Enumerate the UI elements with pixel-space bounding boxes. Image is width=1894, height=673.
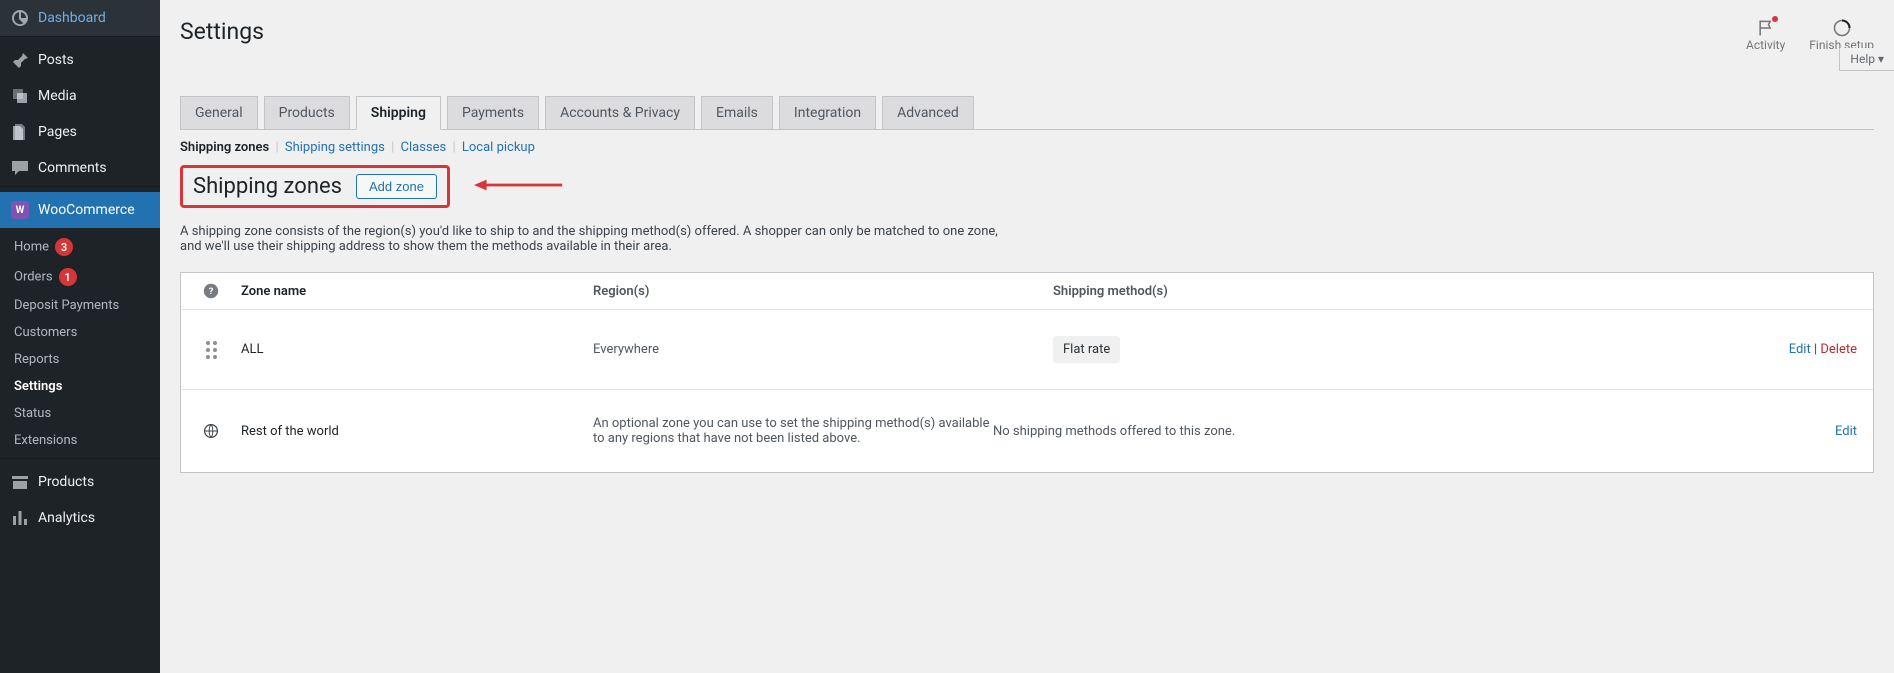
shipping-sublinks: Shipping zones | Shipping settings | Cla… bbox=[180, 130, 1874, 165]
woo-sub-customers[interactable]: Customers bbox=[0, 319, 160, 346]
woo-sub-reports[interactable]: Reports bbox=[0, 346, 160, 373]
flag-icon bbox=[1756, 18, 1776, 38]
delete-link[interactable]: Delete bbox=[1820, 342, 1857, 357]
col-zone-name: Zone name bbox=[241, 284, 593, 299]
finish-setup-button[interactable]: Finish setup bbox=[1809, 18, 1874, 52]
sidebar-label: Media bbox=[38, 88, 77, 104]
col-method: Shipping method(s) bbox=[1053, 284, 1737, 299]
globe-icon bbox=[181, 423, 241, 439]
sublink-classes[interactable]: Classes bbox=[401, 140, 447, 155]
sidebar-label: Analytics bbox=[38, 510, 95, 526]
zone-method: Flat rate bbox=[1053, 336, 1737, 363]
woo-submenu: Home3 Orders1 Deposit Payments Customers… bbox=[0, 228, 160, 458]
admin-sidebar: Dashboard Posts Media Pages Comments W W… bbox=[0, 0, 160, 673]
tab-integration[interactable]: Integration bbox=[779, 96, 876, 130]
badge: 1 bbox=[59, 268, 77, 286]
settings-tabs: General Products Shipping Payments Accou… bbox=[180, 96, 1874, 130]
badge: 3 bbox=[55, 238, 73, 256]
annotation-highlight: Shipping zones Add zone bbox=[180, 165, 450, 208]
sidebar-label: WooCommerce bbox=[38, 202, 135, 218]
woo-sub-deposit[interactable]: Deposit Payments bbox=[0, 292, 160, 319]
sidebar-label: Pages bbox=[38, 124, 77, 140]
sidebar-item-analytics[interactable]: Analytics bbox=[0, 500, 160, 536]
svg-text:?: ? bbox=[209, 286, 214, 297]
section-heading: Shipping zones bbox=[193, 174, 342, 199]
tab-accounts-privacy[interactable]: Accounts & Privacy bbox=[545, 96, 695, 130]
sidebar-item-dashboard[interactable]: Dashboard bbox=[0, 0, 160, 36]
col-region: Region(s) bbox=[593, 284, 1053, 299]
sublink-local-pickup[interactable]: Local pickup bbox=[462, 140, 535, 155]
sublink-zones[interactable]: Shipping zones bbox=[180, 140, 269, 155]
media-icon bbox=[10, 86, 30, 106]
tab-products[interactable]: Products bbox=[264, 96, 350, 130]
sidebar-label: Posts bbox=[38, 52, 74, 68]
dashboard-icon bbox=[10, 8, 30, 28]
woo-icon: W bbox=[10, 200, 30, 220]
tab-payments[interactable]: Payments bbox=[447, 96, 539, 130]
tab-advanced[interactable]: Advanced bbox=[882, 96, 974, 130]
sidebar-label: Comments bbox=[38, 160, 107, 176]
notification-dot bbox=[1772, 16, 1778, 22]
main-content: Settings Activity Finish setup Help bbox=[160, 0, 1894, 673]
products-icon bbox=[10, 472, 30, 492]
tab-shipping[interactable]: Shipping bbox=[356, 96, 441, 130]
progress-icon bbox=[1832, 18, 1852, 38]
tab-emails[interactable]: Emails bbox=[701, 96, 773, 130]
sidebar-item-products[interactable]: Products bbox=[0, 464, 160, 500]
sidebar-item-pages[interactable]: Pages bbox=[0, 114, 160, 150]
woo-sub-settings[interactable]: Settings bbox=[0, 373, 160, 400]
zone-name: ALL bbox=[241, 342, 593, 357]
help-icon[interactable]: ? bbox=[181, 283, 241, 299]
comments-icon bbox=[10, 158, 30, 178]
table-row: Rest of the world An optional zone you c… bbox=[181, 389, 1873, 472]
sidebar-label: Products bbox=[38, 474, 94, 490]
zone-method: No shipping methods offered to this zone… bbox=[993, 424, 1737, 439]
annotation-arrow bbox=[474, 171, 564, 203]
sidebar-item-comments[interactable]: Comments bbox=[0, 150, 160, 186]
sidebar-item-woocommerce[interactable]: W WooCommerce bbox=[0, 192, 160, 228]
woo-sub-orders[interactable]: Orders1 bbox=[0, 262, 160, 292]
add-zone-button[interactable]: Add zone bbox=[356, 174, 437, 199]
zone-region: An optional zone you can use to set the … bbox=[593, 416, 993, 446]
edit-link[interactable]: Edit bbox=[1835, 424, 1857, 439]
method-chip: Flat rate bbox=[1053, 336, 1120, 363]
sidebar-label: Dashboard bbox=[38, 10, 106, 26]
topbar: Settings Activity Finish setup bbox=[180, 0, 1874, 62]
sidebar-item-media[interactable]: Media bbox=[0, 78, 160, 114]
sidebar-item-posts[interactable]: Posts bbox=[0, 42, 160, 78]
pages-icon bbox=[10, 122, 30, 142]
edit-link[interactable]: Edit bbox=[1789, 342, 1811, 357]
activity-button[interactable]: Activity bbox=[1746, 18, 1785, 52]
page-title: Settings bbox=[180, 18, 264, 45]
zone-region: Everywhere bbox=[593, 342, 1053, 357]
table-header: ? Zone name Region(s) Shipping method(s) bbox=[181, 273, 1873, 309]
sublink-settings[interactable]: Shipping settings bbox=[285, 140, 385, 155]
tab-general[interactable]: General bbox=[180, 96, 258, 130]
drag-handle[interactable] bbox=[181, 341, 241, 359]
zone-name: Rest of the world bbox=[241, 424, 593, 439]
woo-sub-home[interactable]: Home3 bbox=[0, 232, 160, 262]
analytics-icon bbox=[10, 508, 30, 528]
woo-sub-status[interactable]: Status bbox=[0, 400, 160, 427]
table-row: ALL Everywhere Flat rate Edit | Delete bbox=[181, 309, 1873, 389]
zones-table: ? Zone name Region(s) Shipping method(s)… bbox=[180, 272, 1874, 473]
pin-icon bbox=[10, 50, 30, 70]
woo-sub-extensions[interactable]: Extensions bbox=[0, 427, 160, 454]
section-description: A shipping zone consists of the region(s… bbox=[180, 224, 1000, 254]
help-tab[interactable]: Help bbox=[1839, 48, 1894, 71]
